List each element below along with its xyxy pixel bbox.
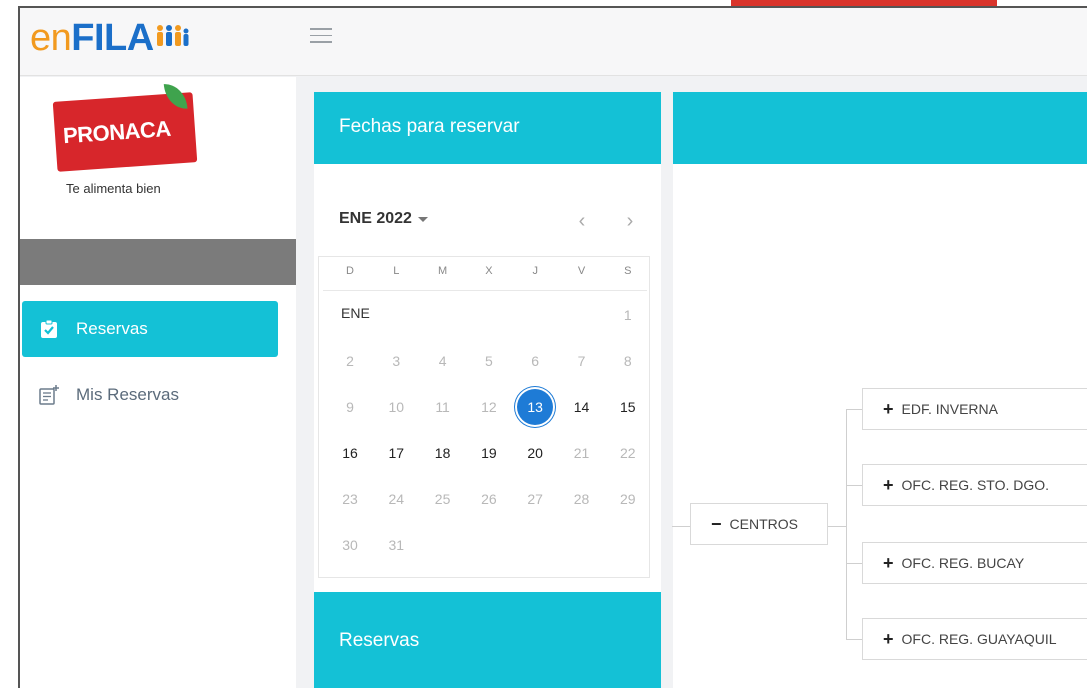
calendar-day: 1 — [623, 307, 632, 323]
calendar-day: 27 — [527, 491, 543, 507]
reservas-card-title: Reservas — [314, 592, 661, 688]
sidebar-item-label: Reservas — [76, 319, 148, 338]
list-add-icon — [38, 384, 60, 406]
tree-connector — [828, 526, 846, 527]
next-month-icon[interactable]: › — [620, 210, 640, 234]
expand-icon[interactable]: + — [883, 629, 894, 650]
calendar-day: 26 — [481, 491, 497, 507]
tree-node-centros[interactable]: − CENTROS — [690, 503, 828, 545]
calendar-day: 21 — [573, 445, 590, 461]
calendar-day[interactable]: 20 — [512, 435, 558, 471]
calendar-card: Fechas para reservar ENE 2022 ‹ › DLMXJV… — [314, 92, 661, 595]
brand-tagline: Te alimenta bien — [66, 181, 161, 196]
weekday-label: M — [438, 265, 448, 277]
prev-month-icon[interactable]: ‹ — [572, 210, 592, 234]
calendar-day: 24 — [388, 491, 405, 507]
tree-node-label: EDF. INVERNA — [901, 401, 998, 417]
calendar-day[interactable]: 18 — [420, 435, 466, 471]
weekday-label: D — [346, 265, 354, 277]
leaf-icon — [163, 82, 188, 111]
weekday-header: DLMXJVS — [323, 257, 647, 291]
pronaca-logo: PRONACA — [52, 82, 198, 172]
expand-icon[interactable]: + — [883, 475, 894, 496]
tree-connector — [846, 409, 847, 640]
top-bar: enFILA — [20, 8, 1087, 76]
calendar-day[interactable]: 14 — [559, 389, 605, 425]
calendar-day: 25 — [434, 491, 451, 507]
people-icon — [156, 25, 189, 46]
clipboard-check-icon — [38, 318, 60, 340]
app-window: enFILA PRONACA Te alimenta bien Reservas — [18, 6, 1087, 688]
tree-node-center[interactable]: + EDF. INVERNA — [862, 388, 1087, 430]
logo-text-fila: FILA — [71, 17, 154, 59]
sidebar-item-mis-reservas[interactable]: Mis Reservas — [22, 369, 278, 421]
company-brand: PRONACA Te alimenta bien — [52, 82, 205, 196]
brand-name: PRONACA — [62, 115, 172, 149]
calendar-day: 22 — [620, 445, 636, 461]
calendar-day: 3 — [392, 353, 401, 369]
sidebar: PRONACA Te alimenta bien Reservas Mis Re… — [20, 77, 296, 688]
calendar-day: 5 — [484, 353, 493, 369]
calendar-day: 2 — [346, 353, 354, 369]
tree-connector — [846, 563, 862, 564]
weekday-label: X — [485, 265, 493, 277]
calendar-day: 4 — [438, 353, 447, 369]
tree-node-label: OFC. REG. BUCAY — [901, 555, 1025, 571]
calendar-day: 30 — [342, 537, 358, 553]
sidebar-divider-band — [20, 239, 296, 285]
weekday-label: L — [393, 265, 400, 277]
centers-panel-header — [673, 92, 1087, 164]
calendar-day: 28 — [573, 491, 590, 507]
sidebar-item-reservas[interactable]: Reservas — [22, 301, 278, 357]
calendar-day: 6 — [531, 353, 540, 369]
calendar-day[interactable]: 16 — [327, 435, 373, 471]
tree-connector — [846, 409, 862, 410]
month-label: ENE 2022 — [339, 210, 412, 227]
tree-node-center[interactable]: + OFC. REG. BUCAY — [862, 542, 1087, 584]
expand-icon[interactable]: + — [883, 553, 894, 574]
tree-node-label: OFC. REG. STO. DGO. — [901, 477, 1050, 493]
sidebar-item-label: Mis Reservas — [76, 385, 179, 404]
menu-toggle-icon[interactable] — [310, 28, 332, 44]
tree-connector — [846, 485, 862, 486]
enfila-logo[interactable]: enFILA — [30, 16, 189, 60]
calendar-day: 29 — [620, 491, 636, 507]
calendar-day: 9 — [346, 399, 354, 415]
calendar-day[interactable]: 19 — [466, 435, 512, 471]
calendar-day: 23 — [342, 491, 358, 507]
collapse-icon[interactable]: − — [711, 514, 722, 535]
tree-node-center[interactable]: + OFC. REG. GUAYAQUIL — [862, 618, 1087, 660]
tree-node-label: CENTROS — [729, 516, 798, 532]
calendar-day: 11 — [435, 399, 450, 415]
calendar-day: 31 — [388, 537, 405, 553]
weekday-label: S — [624, 265, 632, 277]
tree-connector — [846, 639, 862, 640]
weekday-label: V — [577, 265, 586, 277]
calendar-card-title: Fechas para reservar — [314, 92, 661, 164]
calendar-day[interactable]: 15 — [605, 389, 651, 425]
calendar-day[interactable]: 17 — [373, 435, 419, 471]
month-inline-label: ENE — [341, 305, 370, 321]
tree-connector — [672, 526, 690, 527]
calendar-day: 8 — [623, 353, 632, 369]
weekday-label: J — [532, 265, 538, 277]
calendar-day: 10 — [388, 399, 405, 415]
expand-icon[interactable]: + — [883, 399, 894, 420]
tree-node-center[interactable]: + OFC. REG. STO. DGO. — [862, 464, 1087, 506]
caret-down-icon — [417, 216, 428, 222]
calendar-grid: DLMXJVS ENE 1 2 3 4 5 6 7 8 9 10 11 12 13 14 15 16 17 18 1… — [318, 256, 650, 578]
calendar-day-selected[interactable]: 13 — [512, 389, 558, 425]
calendar-day: 7 — [577, 353, 586, 369]
tree-node-label: OFC. REG. GUAYAQUIL — [901, 631, 1057, 647]
month-selector[interactable]: ENE 2022 — [339, 210, 428, 228]
logo-text-en: en — [30, 17, 72, 59]
calendar-header: ENE 2022 ‹ › — [339, 210, 661, 234]
calendar-day: 12 — [481, 399, 497, 415]
